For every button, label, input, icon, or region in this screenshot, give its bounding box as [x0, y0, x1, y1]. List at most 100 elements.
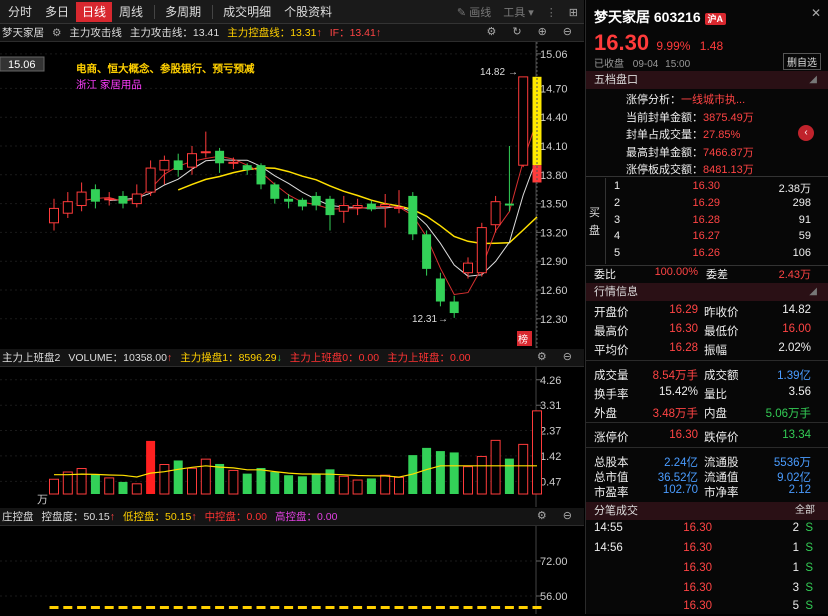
concept-tags: 电商、恒大概念、参股银行、预亏预减: [76, 62, 255, 75]
close-icon[interactable]: ✕: [811, 6, 821, 20]
gear-icon[interactable]: ⚙: [486, 25, 496, 38]
buy-level-row[interactable]: 5 16.26 106: [586, 247, 828, 263]
five-level-header[interactable]: 五档盘口 ◢: [586, 71, 828, 89]
volume-bar: [62, 471, 73, 495]
volume-bar: [435, 451, 445, 494]
high-mark: 14.82: [480, 67, 505, 78]
volume-bar: [118, 481, 128, 494]
draw-line-button[interactable]: ✎ 画线: [457, 4, 491, 20]
control-bar: [394, 606, 404, 609]
remove-icon[interactable]: ⊖: [563, 509, 572, 522]
volume-bar: [159, 464, 170, 495]
volume-bar: [338, 475, 349, 495]
control-bar: [228, 606, 238, 609]
price-tick: 13.80: [540, 170, 568, 182]
info-row: 成交量 8.54万手 成交额 1.39亿: [594, 370, 811, 382]
chart-area: 分时 多日 日线 周线 多周期 成交明细 个股资料 ✎ 画线 工具 ▾ ⋮ ⊞ 梦天家居 ⚙…: [0, 0, 584, 614]
volume-bar: [366, 478, 376, 494]
volume-bar: [394, 476, 404, 495]
tab-5[interactable]: 成交明细: [217, 2, 277, 22]
candle[interactable]: [518, 76, 529, 168]
high-control-value: 高控盘：0.00: [275, 511, 338, 523]
buy-level-row[interactable]: 4 16.27 59: [586, 230, 828, 246]
attack-line-label: 主力攻击线: [69, 27, 122, 39]
tab-3[interactable]: 周线: [113, 2, 149, 22]
volume-panel-name: 主力上班盘2: [2, 352, 61, 364]
control-bar: [215, 606, 225, 609]
chart-toolbar: 分时 多日 日线 周线 多周期 成交明细 个股资料 ✎ 画线 工具 ▾ ⋮ ⊞: [0, 0, 584, 24]
low-control-value: 低控盘：50.15↑: [123, 511, 197, 523]
buy-level-row[interactable]: 3 16.28 91: [586, 214, 828, 230]
price-tick: 14.70: [540, 83, 568, 95]
volume-bar: [187, 467, 197, 495]
last-price: 16.30: [594, 30, 650, 55]
volume-bar: [311, 474, 321, 494]
price-tick: 15.06: [540, 49, 568, 61]
info-row: 换手率 15.42% 量比 3.56: [594, 386, 811, 401]
volume-bar: [215, 463, 225, 494]
tab-0[interactable]: 分时: [2, 2, 38, 22]
volume-bar: [256, 467, 266, 494]
remove-icon[interactable]: ⊖: [563, 25, 572, 38]
add-icon[interactable]: ⊕: [538, 25, 547, 38]
control-bar: [477, 606, 487, 609]
control-bar: [187, 606, 197, 609]
svg-text:→: →: [508, 67, 518, 78]
candle[interactable]: [408, 192, 418, 241]
tools-button[interactable]: 工具 ▾: [503, 4, 534, 20]
volume-bar: [76, 468, 87, 495]
refresh-icon[interactable]: ↻: [512, 25, 521, 38]
remove-icon[interactable]: ⊖: [563, 350, 572, 363]
limit-row: 当前封单金额：3875.49万: [626, 111, 754, 124]
volume-bar: [380, 474, 391, 495]
volume-indicator-bar: 主力上班盘2 VOLUME：10358.00↑ 主力操盘1：8596.29↓ 主…: [0, 349, 584, 367]
settings-icon[interactable]: ⚙: [52, 27, 61, 39]
tab-1[interactable]: 多日: [39, 2, 75, 22]
svg-text:→: →: [438, 314, 448, 325]
expand-icon[interactable]: ⊞: [569, 6, 578, 19]
volume-bar: [463, 466, 473, 495]
volume-tick: 0.47: [540, 476, 561, 488]
control-bar: [422, 606, 432, 609]
tab-2[interactable]: 日线: [76, 1, 113, 22]
all-ticks-button[interactable]: 全部: [795, 502, 815, 520]
control-bar: [408, 606, 418, 609]
candle[interactable]: [476, 222, 487, 277]
control-panel-name: 庄控盘: [2, 511, 34, 523]
candle[interactable]: [422, 230, 432, 276]
control-degree-value: 控盘度：50.15↑: [41, 511, 116, 523]
market-info-header[interactable]: 行情信息 ◢: [586, 283, 828, 301]
more-icon[interactable]: ⋮: [546, 6, 557, 19]
candlestick-chart[interactable]: 15.06 14.70 14.40 14.10 13.80 13.50 13.20 12.90…: [0, 42, 584, 348]
tick-row: 16.30 3 S: [683, 582, 813, 594]
remove-favorite-button[interactable]: 删自选: [783, 53, 821, 70]
if-value: IF：13.41↑: [329, 27, 382, 39]
tab-4[interactable]: 多周期: [159, 2, 207, 22]
volume-bar: [131, 483, 142, 495]
quote-time: 15:00: [665, 59, 691, 70]
volume-bar: [270, 472, 280, 494]
collapse-icon[interactable]: ◢: [809, 283, 817, 301]
control-bar: [339, 606, 349, 609]
control-bar: [325, 606, 335, 609]
svg-text:榜: 榜: [518, 333, 528, 346]
price-tick: 12.90: [540, 256, 568, 268]
gear-icon[interactable]: ⚙: [537, 350, 547, 363]
volume-bar: [228, 469, 239, 495]
collapse-icon[interactable]: ◢: [809, 71, 817, 89]
volume-bar: [104, 477, 115, 495]
control-bar: [63, 606, 73, 609]
tick-header[interactable]: 分笔成交 全部: [586, 502, 828, 520]
limit-row: 封单占成交量：27.85%: [626, 129, 741, 141]
volume-tick: 1.42: [540, 451, 561, 463]
control-bar: [463, 606, 473, 609]
control-bar: [504, 606, 514, 609]
weibi-row: 委比 100.00% 委差 2.43万: [594, 266, 811, 281]
volume-bar: [90, 474, 100, 494]
tab-6[interactable]: 个股资料: [278, 2, 338, 22]
volume-bar: [284, 475, 294, 494]
buy-level-row[interactable]: 2 16.29 298: [586, 197, 828, 213]
gear-icon[interactable]: ⚙: [537, 509, 547, 522]
buy-level-row[interactable]: 1 16.30 2.38万: [586, 180, 828, 196]
back-icon[interactable]: ‹: [798, 125, 814, 141]
